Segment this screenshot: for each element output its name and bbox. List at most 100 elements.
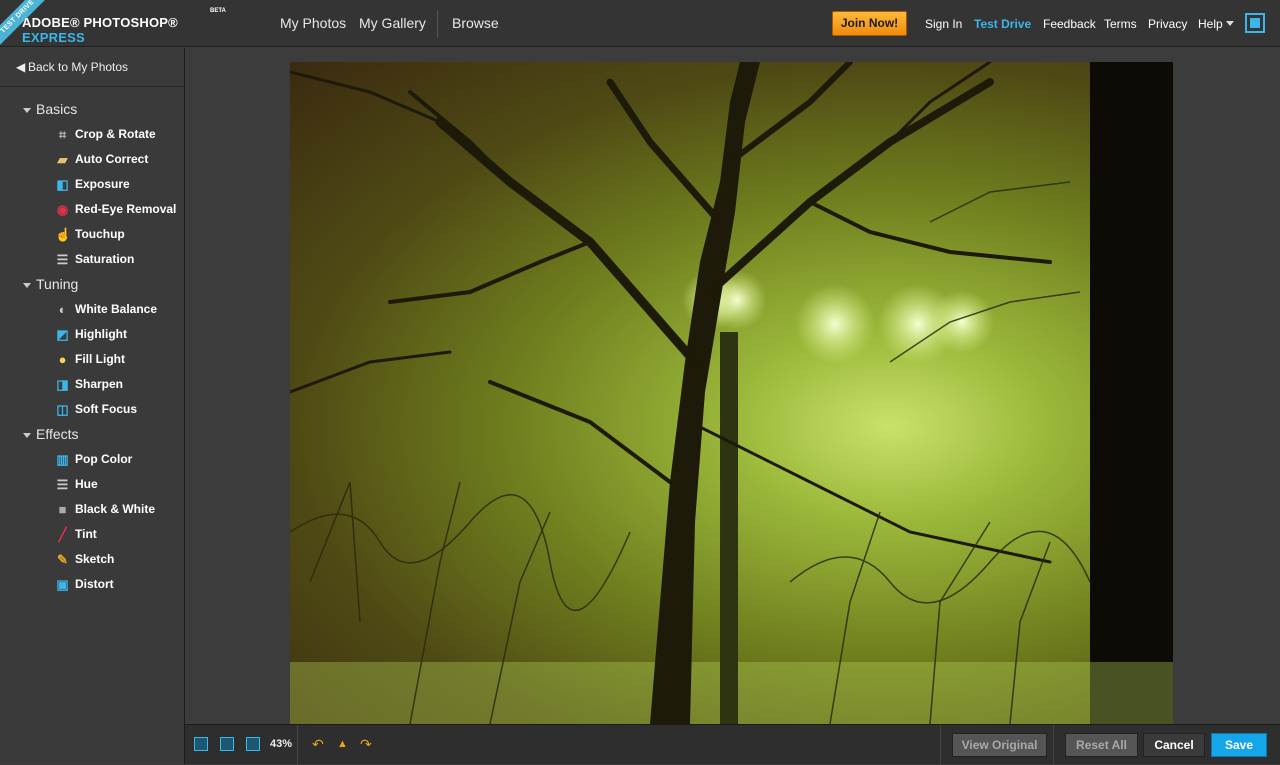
toolbar-divider bbox=[1053, 725, 1054, 765]
app-logo[interactable]: TEST DRIVE ADOBE® PHOTOSHOP® EXPRESS BET… bbox=[0, 0, 240, 51]
tool-label: Hue bbox=[75, 477, 98, 491]
fullscreen-icon[interactable] bbox=[1245, 13, 1265, 33]
tool-crop-rotate[interactable]: ⌗ Crop & Rotate bbox=[0, 122, 184, 147]
nav-my-photos[interactable]: My Photos bbox=[280, 15, 346, 31]
tool-label: Red-Eye Removal bbox=[75, 202, 177, 216]
nav-divider bbox=[437, 10, 438, 38]
photo-scene bbox=[290, 62, 1173, 724]
red-eye-icon: ◉ bbox=[56, 202, 69, 217]
tool-hue[interactable]: ☰ Hue bbox=[0, 472, 184, 497]
tool-sketch[interactable]: ✎ Sketch bbox=[0, 547, 184, 572]
crop-icon: ⌗ bbox=[58, 127, 67, 142]
join-now-button[interactable]: Join Now! bbox=[832, 11, 907, 36]
tool-label: Black & White bbox=[75, 502, 156, 516]
section-basics[interactable]: Basics bbox=[0, 97, 184, 122]
zoom-out-icon[interactable] bbox=[194, 737, 208, 751]
tool-tint[interactable]: ╱ Tint bbox=[0, 522, 184, 547]
photo-preview[interactable] bbox=[290, 62, 1173, 724]
tool-label: Tint bbox=[75, 527, 97, 541]
terms-link[interactable]: Terms bbox=[1104, 17, 1137, 31]
tool-black-white[interactable]: ■ Black & White bbox=[0, 497, 184, 522]
brand-accent: EXPRESS bbox=[22, 30, 85, 45]
feedback-link[interactable]: Feedback bbox=[1043, 17, 1096, 31]
white-balance-icon: ◐ bbox=[58, 302, 67, 317]
tool-highlight[interactable]: ◩ Highlight bbox=[0, 322, 184, 347]
tool-touchup[interactable]: ☝ Touchup bbox=[0, 222, 184, 247]
toolbar-divider bbox=[297, 725, 298, 765]
redo-icon[interactable]: ↷ bbox=[360, 736, 372, 753]
brand-main: ADOBE® PHOTOSHOP® bbox=[22, 15, 178, 30]
tool-label: Crop & Rotate bbox=[75, 127, 156, 141]
nav-my-gallery[interactable]: My Gallery bbox=[359, 15, 426, 31]
back-to-my-photos-link[interactable]: Back to My Photos bbox=[28, 60, 128, 74]
tool-label: Pop Color bbox=[75, 452, 133, 466]
tool-distort[interactable]: ▣ Distort bbox=[0, 572, 184, 597]
pencil-icon: ✎ bbox=[57, 552, 68, 567]
tint-icon: ╱ bbox=[58, 527, 67, 542]
chevron-down-icon[interactable] bbox=[1226, 21, 1234, 26]
tool-label: Sketch bbox=[75, 552, 115, 566]
pop-color-icon: ▥ bbox=[56, 452, 69, 467]
saturation-icon: ☰ bbox=[56, 252, 69, 267]
top-bar: TEST DRIVE ADOBE® PHOTOSHOP® EXPRESS BET… bbox=[0, 0, 1280, 51]
undo-icon[interactable]: ↶ bbox=[312, 736, 324, 753]
black-white-icon: ■ bbox=[58, 502, 67, 517]
soft-focus-icon: ◫ bbox=[56, 402, 69, 417]
zoom-fit-icon[interactable] bbox=[220, 737, 234, 751]
tool-label: Distort bbox=[75, 577, 114, 591]
sign-in-link[interactable]: Sign In bbox=[925, 17, 962, 31]
highlight-icon: ◩ bbox=[56, 327, 69, 342]
distort-icon: ▣ bbox=[56, 577, 69, 592]
bandage-icon: ▰ bbox=[57, 152, 68, 167]
view-original-button[interactable]: View Original bbox=[952, 733, 1047, 757]
hand-icon: ☝ bbox=[55, 227, 72, 242]
tool-label: Fill Light bbox=[75, 352, 125, 366]
expand-triangle-icon[interactable] bbox=[23, 283, 31, 288]
tool-red-eye[interactable]: ◉ Red-Eye Removal bbox=[0, 197, 184, 222]
cancel-button[interactable]: Cancel bbox=[1143, 733, 1205, 757]
exposure-icon: ◧ bbox=[56, 177, 69, 192]
bottom-toolbar: 43% ↶ ▲ ↷ View Original Reset All Cancel… bbox=[185, 724, 1280, 765]
nav-browse[interactable]: Browse bbox=[452, 15, 499, 31]
tool-saturation[interactable]: ☰ Saturation bbox=[0, 247, 184, 272]
help-menu[interactable]: Help bbox=[1198, 17, 1223, 31]
back-bar: ◀ Back to My Photos bbox=[0, 48, 184, 87]
save-button[interactable]: Save bbox=[1211, 733, 1267, 757]
tool-label: White Balance bbox=[75, 302, 158, 316]
section-title: Basics bbox=[36, 101, 78, 117]
section-tuning[interactable]: Tuning bbox=[0, 272, 184, 297]
section-title: Effects bbox=[36, 426, 79, 442]
tool-label: Sharpen bbox=[75, 377, 124, 391]
zoom-level: 43% bbox=[270, 738, 293, 750]
back-arrow-icon[interactable]: ◀ bbox=[16, 60, 25, 74]
zoom-in-icon[interactable] bbox=[246, 737, 260, 751]
tool-pop-color[interactable]: ▥ Pop Color bbox=[0, 447, 184, 472]
tool-exposure[interactable]: ◧ Exposure bbox=[0, 172, 184, 197]
tools-sidebar: ◀ Back to My Photos Basics ⌗ Crop & Rotat… bbox=[0, 48, 185, 764]
sharpen-icon: ◨ bbox=[56, 377, 69, 392]
bulb-icon: ● bbox=[58, 352, 67, 367]
tool-label: Exposure bbox=[75, 177, 130, 191]
tool-soft-focus[interactable]: ◫ Soft Focus bbox=[0, 397, 184, 422]
section-title: Tuning bbox=[36, 276, 79, 292]
brand-name: ADOBE® PHOTOSHOP® EXPRESS bbox=[22, 15, 240, 45]
section-effects[interactable]: Effects bbox=[0, 422, 184, 447]
editing-canvas bbox=[185, 48, 1280, 724]
history-up-icon[interactable]: ▲ bbox=[337, 738, 348, 750]
tool-fill-light[interactable]: ● Fill Light bbox=[0, 347, 184, 372]
tool-label: Auto Correct bbox=[75, 152, 149, 166]
expand-triangle-icon[interactable] bbox=[23, 108, 31, 113]
reset-all-button[interactable]: Reset All bbox=[1065, 733, 1138, 757]
tool-label: Touchup bbox=[75, 227, 125, 241]
tool-auto-correct[interactable]: ▰ Auto Correct bbox=[0, 147, 184, 172]
toolbar-divider bbox=[940, 725, 941, 765]
tool-sharpen[interactable]: ◨ Sharpen bbox=[0, 372, 184, 397]
expand-triangle-icon[interactable] bbox=[23, 433, 31, 438]
tool-label: Highlight bbox=[75, 327, 127, 341]
tool-white-balance[interactable]: ◐ White Balance bbox=[0, 297, 184, 322]
privacy-link[interactable]: Privacy bbox=[1148, 17, 1187, 31]
hue-icon: ☰ bbox=[56, 477, 69, 492]
test-drive-link[interactable]: Test Drive bbox=[974, 17, 1031, 31]
tool-label: Saturation bbox=[75, 252, 135, 266]
beta-label: BETA bbox=[210, 8, 226, 14]
